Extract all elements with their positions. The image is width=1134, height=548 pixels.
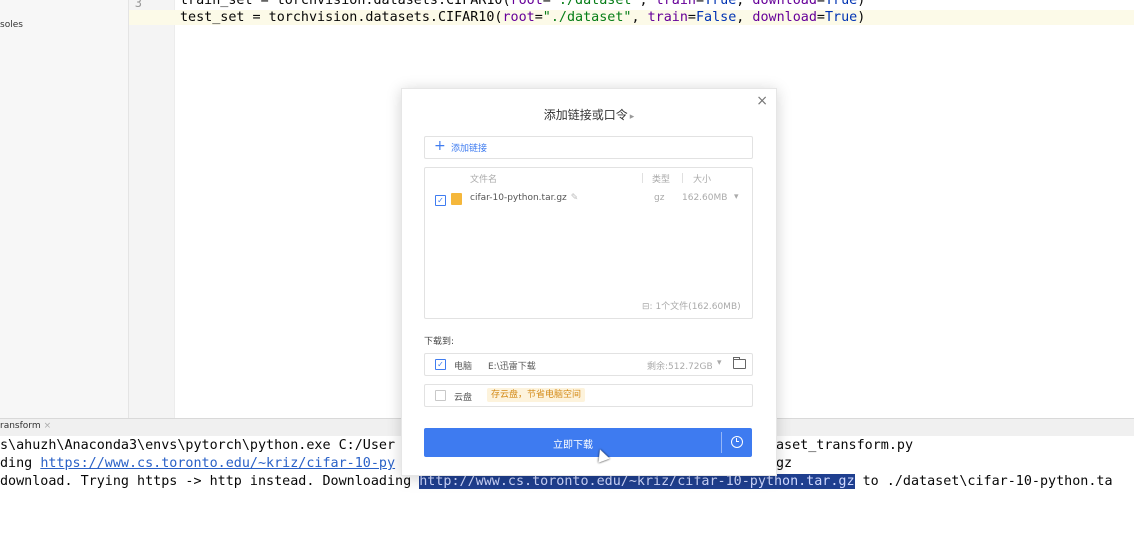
edit-pencil-icon[interactable]: ✎ xyxy=(571,193,579,203)
column-divider xyxy=(642,173,643,183)
cloud-checkbox[interactable] xyxy=(435,390,446,401)
cloud-promo-badge: 存云盘，节省电脑空间 xyxy=(487,388,586,402)
column-header-size: 大小 xyxy=(693,175,712,185)
console-line: aset_transform.py xyxy=(776,438,914,453)
file-checkbox[interactable]: ✓ xyxy=(435,195,446,206)
button-divider xyxy=(721,432,722,453)
file-list-table: 文件名 类型 大小 ✓ cifar-10-python.tar.gz ✎ gz 1… xyxy=(424,167,753,319)
download-path[interactable]: E:\迅雷下载 xyxy=(488,359,536,372)
selected-url-text[interactable]: http://www.cs.toronto.edu/~kriz/cifar-10… xyxy=(419,474,855,489)
console-line: s\ahuzh\Anaconda3\envs\pytorch\python.ex… xyxy=(0,438,396,453)
chevron-right-icon: ▸ xyxy=(629,112,635,122)
line-number: 3 xyxy=(134,0,142,10)
column-header-filename: 文件名 xyxy=(470,175,498,185)
folder-icon[interactable] xyxy=(733,357,746,369)
file-type: gz xyxy=(654,193,665,203)
add-link-label: 添加链接 xyxy=(451,144,488,154)
chevron-down-icon[interactable]: ▾ xyxy=(717,358,722,368)
file-summary: ⊟: 1个文件(162.60MB) xyxy=(642,302,741,312)
download-to-label: 下载到: xyxy=(424,337,455,347)
download-now-label: 立即下载 xyxy=(553,440,593,451)
plus-icon: + xyxy=(434,138,446,154)
column-header-type: 类型 xyxy=(652,175,671,185)
line-number-gutter: 3 4 xyxy=(129,0,175,418)
sidebar-item-consoles[interactable]: soles xyxy=(0,20,23,30)
console-url-link[interactable]: https://www.cs.toronto.edu/~kriz/cifar-1… xyxy=(40,456,395,471)
archive-file-icon xyxy=(451,193,462,205)
close-tab-icon[interactable]: × xyxy=(44,421,52,431)
dialog-title: 添加链接或口令 ▸ xyxy=(543,108,635,122)
console-line: download. Trying https -> http instead. … xyxy=(0,474,1113,489)
run-tab[interactable]: ransform × xyxy=(0,421,51,431)
destination-cloud-row[interactable]: 云盘 存云盘，节省电脑空间 xyxy=(424,384,753,407)
code-line-4[interactable]: test_set = torchvision.datasets.CIFAR10(… xyxy=(129,10,1134,25)
file-size: 162.60MB xyxy=(682,193,728,203)
file-summary-icon: ⊟: xyxy=(642,302,653,312)
pc-label: 电脑 xyxy=(454,362,473,372)
project-sidebar: soles xyxy=(0,0,129,418)
console-line: gz xyxy=(776,456,793,471)
close-button[interactable]: × xyxy=(756,93,768,109)
download-now-button[interactable]: 立即下载 xyxy=(424,428,752,457)
free-space: 剩余:512.72GB xyxy=(647,362,713,372)
clock-icon[interactable] xyxy=(731,436,743,448)
code-line-3[interactable]: train_set = torchvision.datasets.CIFAR10… xyxy=(180,0,865,8)
add-link-dialog: 添加链接或口令 ▸ × + 添加链接 文件名 类型 大小 ✓ cifar-10-p… xyxy=(401,88,777,476)
console-line: ding https://www.cs.toronto.edu/~kriz/ci… xyxy=(0,456,396,471)
cloud-label: 云盘 xyxy=(454,393,473,403)
pc-checkbox[interactable]: ✓ xyxy=(435,359,446,370)
chevron-down-icon[interactable]: ▾ xyxy=(734,192,739,202)
destination-pc-row[interactable]: ✓ 电脑 E:\迅雷下载 剩余:512.72GB ▾ xyxy=(424,353,753,376)
column-divider xyxy=(682,173,683,183)
add-link-button[interactable]: + 添加链接 xyxy=(424,136,753,159)
file-name: cifar-10-python.tar.gz ✎ xyxy=(470,193,579,203)
